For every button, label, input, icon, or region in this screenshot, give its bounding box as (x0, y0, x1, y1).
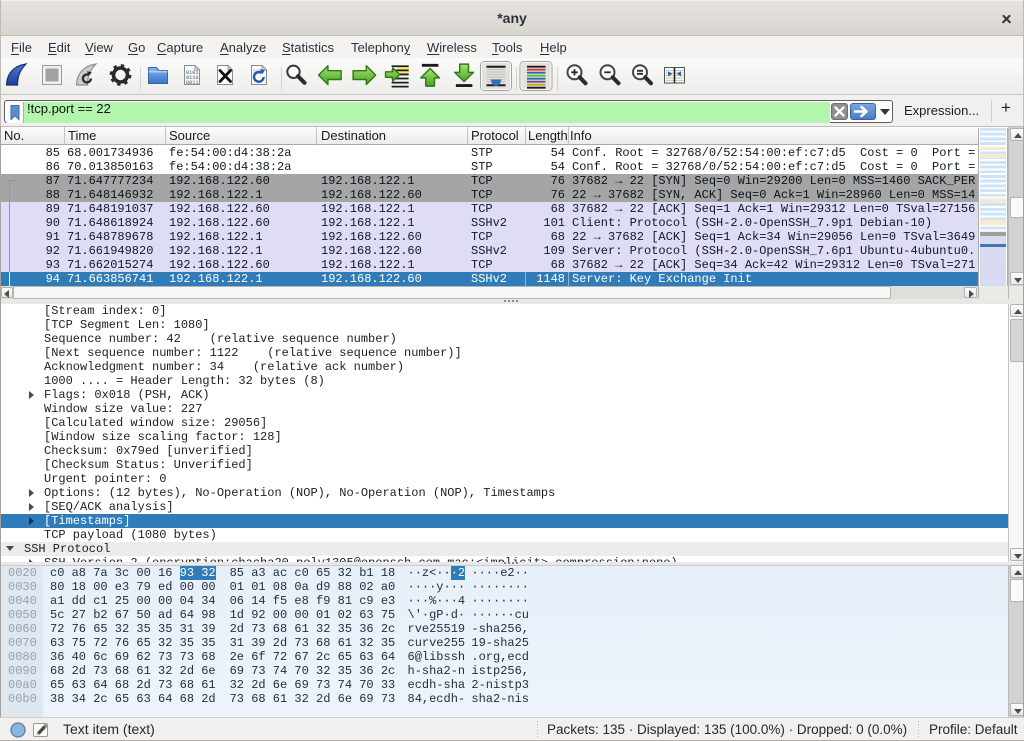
svg-text:0011: 0011 (186, 80, 198, 86)
